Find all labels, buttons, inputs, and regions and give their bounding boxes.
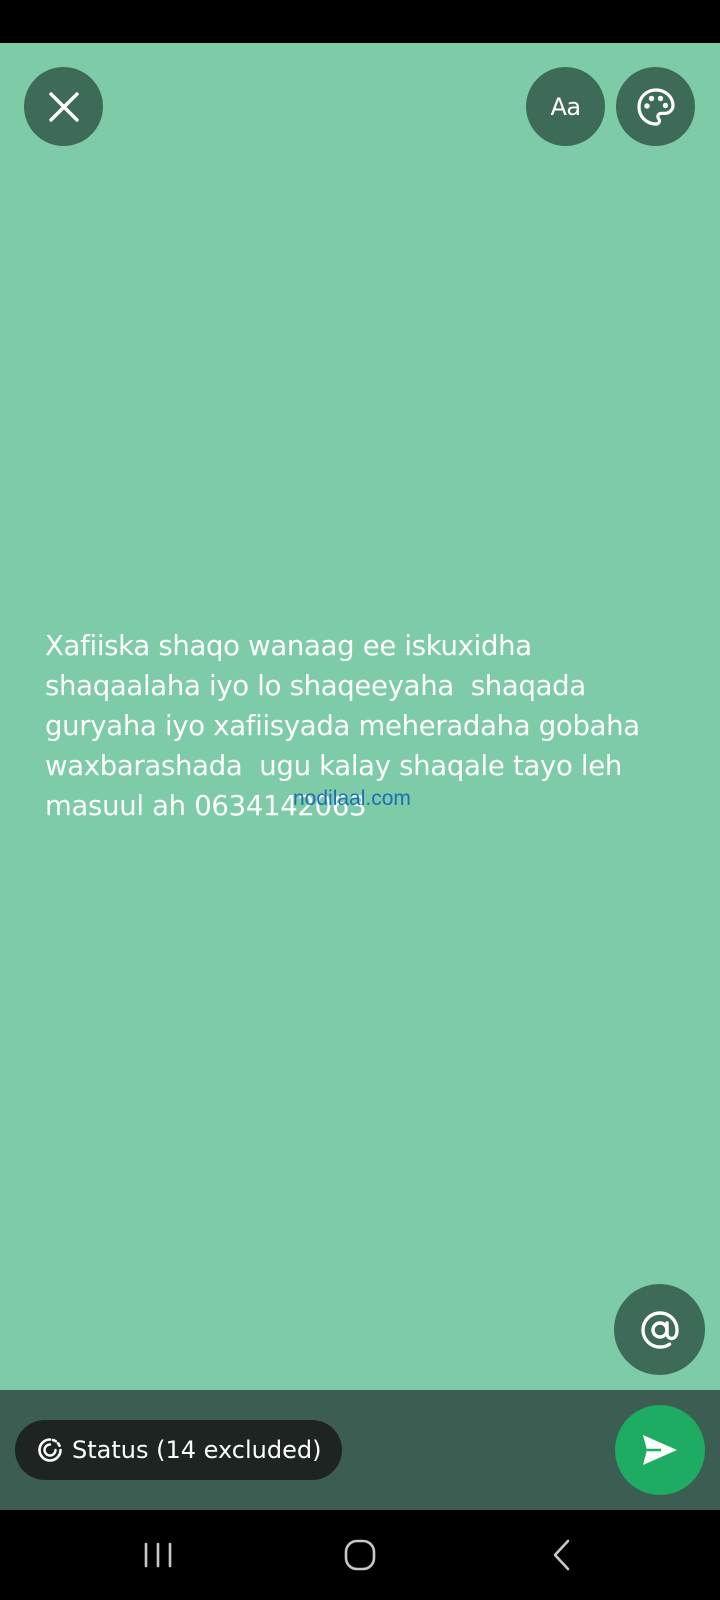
status-audience-label: Status (14 excluded) (72, 1436, 322, 1464)
close-button[interactable] (24, 67, 103, 146)
system-status-bar (0, 0, 720, 43)
font-style-label: Aa (550, 92, 581, 121)
send-icon (643, 1435, 677, 1465)
close-icon (48, 91, 79, 122)
recents-icon (144, 1542, 172, 1568)
system-navigation-bar (0, 1510, 720, 1600)
status-ring-icon (37, 1437, 63, 1463)
palette-icon (636, 87, 675, 126)
back-button[interactable] (532, 1530, 592, 1580)
recents-button[interactable] (128, 1530, 188, 1580)
home-icon (344, 1539, 376, 1571)
back-icon (553, 1539, 570, 1571)
font-style-button[interactable]: Aa (526, 67, 605, 146)
background-color-button[interactable] (616, 67, 695, 146)
mention-button[interactable] (614, 1284, 705, 1375)
home-button[interactable] (330, 1530, 390, 1580)
send-button[interactable] (615, 1405, 705, 1495)
at-sign-icon (640, 1310, 679, 1349)
status-audience-button[interactable]: Status (14 excluded) (15, 1420, 342, 1480)
composer-footer: Status (14 excluded) (0, 1390, 720, 1510)
status-composer-canvas[interactable]: Aa Xafiiska shaqo wanaag ee iskuxidha sh… (0, 43, 720, 1390)
watermark-text: nodilaal.com (293, 787, 411, 810)
